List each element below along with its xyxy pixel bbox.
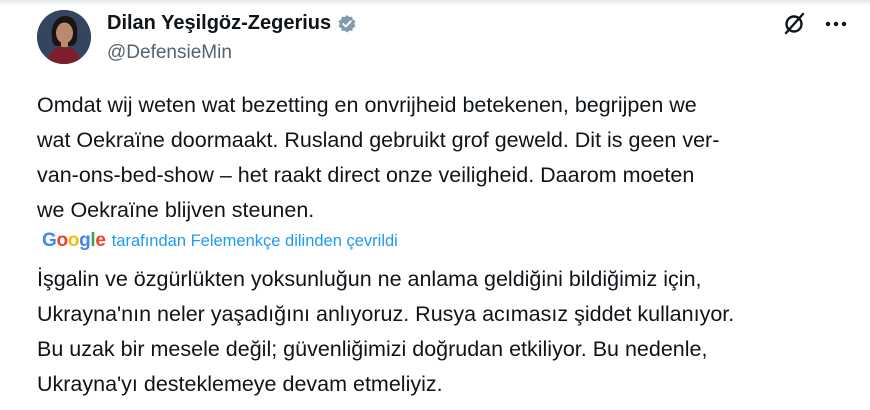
author-handle[interactable]: @DefensieMin xyxy=(107,42,232,64)
author-name[interactable]: Dilan Yeşilgöz-Zegerius xyxy=(107,12,331,35)
verified-badge-icon[interactable] xyxy=(337,14,357,34)
avatar[interactable] xyxy=(37,10,91,64)
translation-attribution: Google tarafından Felemenkçe dilinden çe… xyxy=(42,230,398,252)
translation-label[interactable]: tarafından Felemenkçe dilinden çevrildi xyxy=(112,232,398,251)
google-logo: Google xyxy=(42,230,106,251)
translated-text-line: Ukrayna'nın neler yaşadığını anlıyoruz. … xyxy=(37,302,735,326)
post-text-line: we Oekraïne blijven steunen. xyxy=(37,198,315,222)
post-text-line: van-ons-bed-show – het raakt direct onze… xyxy=(37,163,695,187)
translated-text-line: Bu uzak bir mesele değil; güvenliğimizi … xyxy=(37,337,708,361)
translated-text-line: İşgalin ve özgürlükten yoksunluğun ne an… xyxy=(37,267,702,291)
avatar-image xyxy=(37,10,91,64)
post-text-translated: İşgalin ve özgürlükten yoksunluğun ne an… xyxy=(37,262,847,402)
post-text-line: wat Oekraïne doormaakt. Rusland gebruikt… xyxy=(37,128,720,152)
previous-post-edge xyxy=(0,0,870,6)
grok-icon[interactable] xyxy=(780,10,808,38)
post-text-line: Omdat wij weten wat bezetting en onvrijh… xyxy=(37,93,697,117)
author-name-row: Dilan Yeşilgöz-Zegerius xyxy=(107,12,357,35)
more-options-icon[interactable] xyxy=(822,10,850,38)
post-text-original: Omdat wij weten wat bezetting en onvrijh… xyxy=(37,88,837,228)
translated-text-line: Ukrayna'yı desteklemeye devam etmeliyiz. xyxy=(37,372,443,396)
post-actions xyxy=(780,10,850,38)
